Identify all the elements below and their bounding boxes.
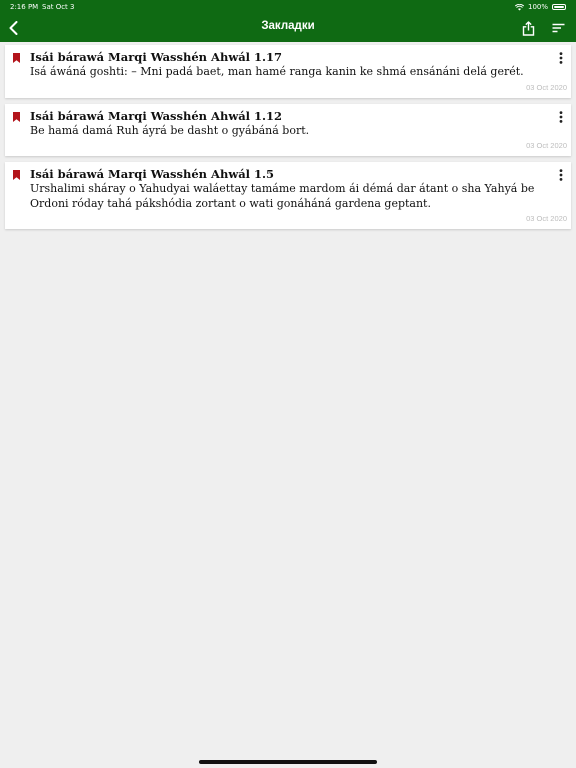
wifi-icon — [514, 3, 524, 10]
bookmark-reference: Isái bárawá Marqi Wasshén Ahwál 1.12 — [30, 108, 283, 123]
more-options-button[interactable] — [555, 51, 567, 65]
bookmark-card[interactable]: Isái bárawá Marqi Wasshén Ahwál 1.12 Be … — [5, 103, 571, 156]
sort-button[interactable] — [549, 18, 567, 38]
bookmark-card[interactable]: Isái bárawá Marqi Wasshén Ahwál 1.5 Ursh… — [5, 162, 571, 229]
more-vertical-icon — [559, 110, 563, 123]
bookmark-verse-text: Isá áwáná goshti: – Mni padá baet, man h… — [30, 65, 524, 78]
page-title: Закладки — [261, 20, 315, 32]
status-right: 100% — [514, 2, 566, 12]
battery-icon — [552, 4, 566, 10]
status-time: 2:16 PM — [10, 3, 39, 11]
sort-icon — [552, 23, 564, 33]
battery-percent: 100% — [527, 3, 548, 11]
bookmark-verse-text: Be hamá damá Ruh áyrá be dasht o gyábáná… — [30, 123, 310, 137]
more-vertical-icon — [559, 52, 563, 64]
more-options-button[interactable] — [555, 110, 567, 124]
status-date: Sat Oct 3 — [42, 3, 75, 11]
bookmark-icon — [13, 53, 20, 63]
bookmark-date: 03 Oct 2020 — [526, 82, 567, 92]
bookmark-date: 03 Oct 2020 — [526, 141, 567, 150]
bookmark-icon — [13, 170, 20, 180]
app-header: 2:16 PM Sat Oct 3 100% Закладки — [0, 0, 576, 42]
home-indicator — [199, 760, 377, 764]
nav-bar: Закладки — [0, 14, 576, 42]
bookmark-icon — [13, 111, 20, 122]
bookmark-list: Isái bárawá Marqi Wasshén Ahwál 1.17 Isá… — [5, 45, 571, 235]
bookmark-verse-text: Urshalimi sháray o Yahudyai waláettay ta… — [30, 182, 535, 210]
bookmark-reference: Isái bárawá Marqi Wasshén Ahwál 1.17 — [30, 50, 283, 64]
bookmark-date: 03 Oct 2020 — [526, 214, 567, 223]
share-icon — [522, 20, 534, 36]
status-bar: 2:16 PM Sat Oct 3 100% — [0, 2, 576, 12]
battery-fill — [554, 6, 564, 8]
more-vertical-icon — [559, 169, 563, 181]
bookmark-reference: Isái bárawá Marqi Wasshén Ahwál 1.5 — [30, 167, 275, 181]
more-options-button[interactable] — [555, 168, 567, 182]
share-button[interactable] — [519, 18, 537, 38]
bookmark-card[interactable]: Isái bárawá Marqi Wasshén Ahwál 1.17 Isá… — [5, 45, 571, 98]
